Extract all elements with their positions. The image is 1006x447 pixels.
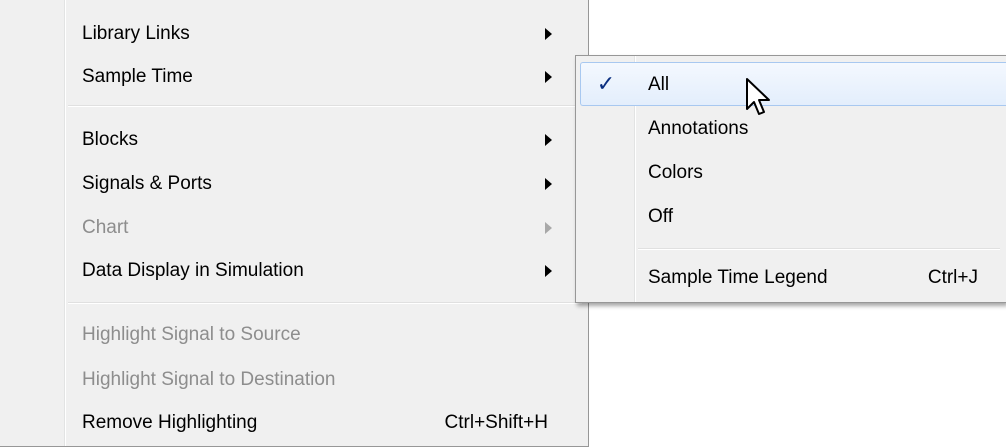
menu-item-data-display-in-simulation[interactable]: Data Display in Simulation — [66, 249, 584, 292]
screen: Library Links Sample Time Blocks Signals… — [0, 0, 1006, 447]
menu-item-label: Chart — [82, 217, 129, 238]
submenu-item-colors[interactable]: Colors — [580, 151, 1006, 195]
submenu-item-label: Annotations — [648, 118, 749, 139]
submenu-item-all[interactable]: ✓ All — [580, 62, 1006, 106]
checkmark-icon: ✓ — [596, 71, 616, 96]
sample-time-submenu: ✓ All Annotations Colors Off Sample Time… — [575, 55, 1006, 303]
menu-item-shortcut: Ctrl+Shift+H — [444, 412, 548, 433]
submenu-item-shortcut: Ctrl+J — [927, 267, 978, 288]
submenu-item-annotations[interactable]: Annotations — [580, 107, 1006, 151]
menu-item-label: Signals & Ports — [82, 173, 212, 194]
menu-item-label: Remove Highlighting — [82, 412, 258, 433]
mouse-pointer-icon — [746, 78, 770, 115]
menu-item-library-links[interactable]: Library Links — [66, 12, 584, 55]
menu-item-chart: Chart — [66, 206, 584, 249]
menu-item-label: Blocks — [82, 129, 138, 150]
submenu-item-label: All — [648, 74, 670, 95]
submenu-item-sample-time-legend[interactable]: Sample Time Legend Ctrl+J — [580, 256, 1006, 300]
menu-item-label: Highlight Signal to Destination — [82, 369, 336, 390]
menu-item-signals-ports[interactable]: Signals & Ports — [66, 162, 584, 205]
submenu-arrow-icon — [545, 134, 552, 146]
menu-item-label: Highlight Signal to Source — [82, 324, 301, 345]
menu-item-sample-time[interactable]: Sample Time — [66, 55, 584, 98]
submenu-item-label: Sample Time Legend — [648, 267, 828, 288]
submenu-item-off[interactable]: Off — [580, 195, 1006, 239]
menu-separator — [68, 302, 582, 304]
submenu-arrow-icon — [545, 222, 552, 234]
menu-item-label: Library Links — [82, 23, 190, 44]
menu-item-label: Data Display in Simulation — [82, 260, 304, 281]
menu-item-blocks[interactable]: Blocks — [66, 118, 584, 161]
submenu-arrow-icon — [545, 265, 552, 277]
menu-separator — [68, 105, 582, 107]
context-menu: Library Links Sample Time Blocks Signals… — [0, 0, 589, 447]
menu-item-remove-highlighting[interactable]: Remove Highlighting Ctrl+Shift+H — [66, 401, 584, 444]
menu-item-highlight-signal-to-source: Highlight Signal to Source — [66, 313, 584, 356]
submenu-arrow-icon — [545, 28, 552, 40]
submenu-separator — [638, 248, 1000, 250]
submenu-item-label: Off — [648, 206, 673, 227]
submenu-item-label: Colors — [648, 162, 703, 183]
submenu-arrow-icon — [545, 178, 552, 190]
submenu-arrow-icon — [545, 71, 552, 83]
menu-item-highlight-signal-to-destination: Highlight Signal to Destination — [66, 358, 584, 401]
menu-item-label: Sample Time — [82, 66, 193, 87]
